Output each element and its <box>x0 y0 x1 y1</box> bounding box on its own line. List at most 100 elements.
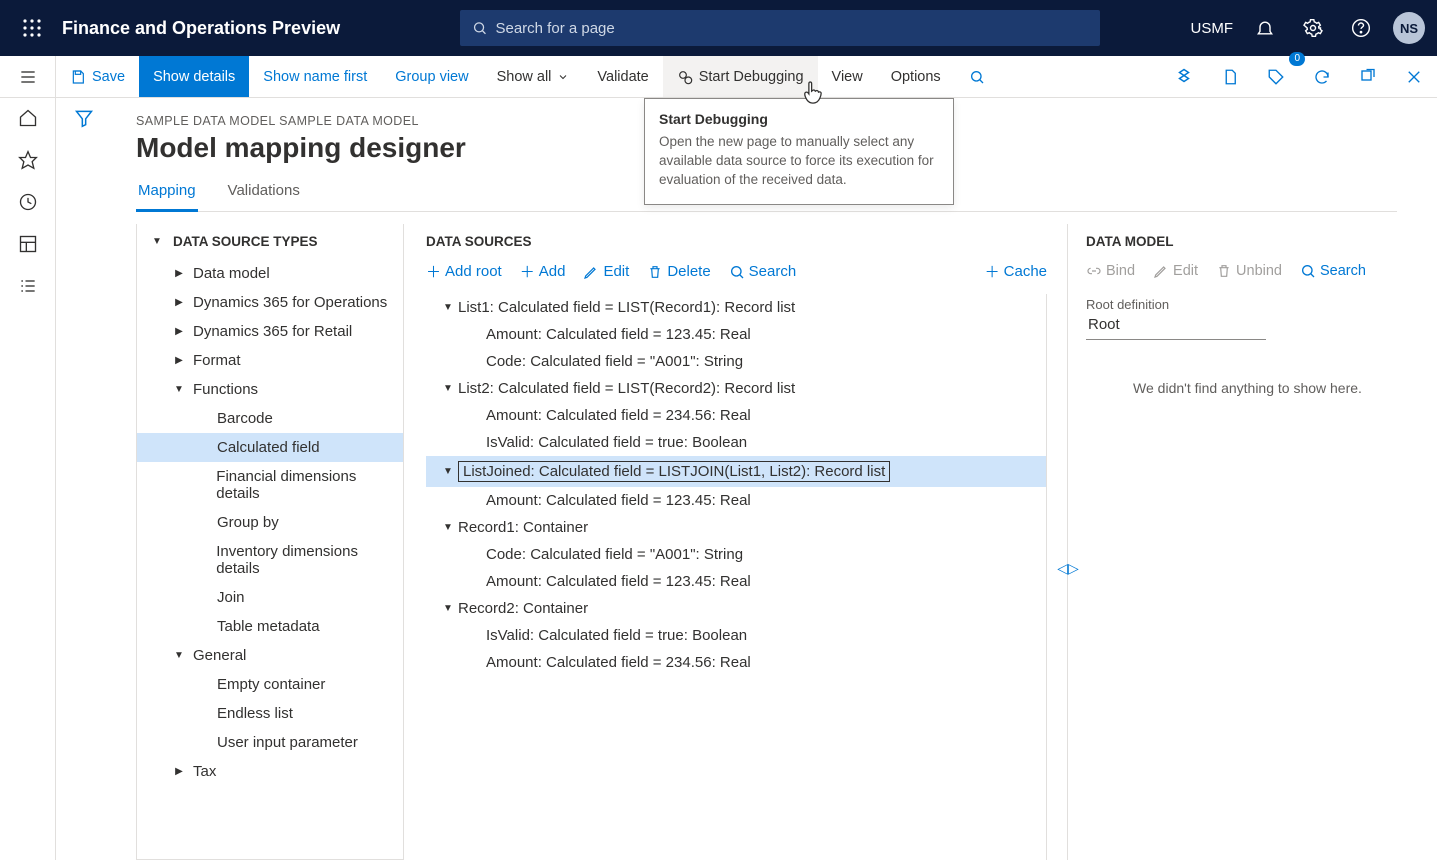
data-source-node[interactable]: Code: Calculated field = "A001": String <box>426 348 1046 375</box>
type-node[interactable]: ▶Data model <box>137 259 403 288</box>
data-source-node[interactable]: Code: Calculated field = "A001": String <box>426 541 1046 568</box>
data-source-label: IsValid: Calculated field = true: Boolea… <box>486 627 747 644</box>
type-node[interactable]: ▼General <box>137 641 403 670</box>
save-button[interactable]: Save <box>56 56 139 97</box>
data-source-node[interactable]: Amount: Calculated field = 234.56: Real <box>426 649 1046 676</box>
type-node[interactable]: Calculated field <box>137 433 403 462</box>
type-node-label: Table metadata <box>217 618 320 635</box>
messages-button[interactable]: 0 <box>1253 56 1299 97</box>
settings-icon[interactable] <box>1297 12 1329 44</box>
types-panel-header[interactable]: ▼ DATA SOURCE TYPES <box>137 224 403 259</box>
type-node-label: Empty container <box>217 676 325 693</box>
data-source-label: Code: Calculated field = "A001": String <box>486 353 743 370</box>
validate-button[interactable]: Validate <box>583 56 662 97</box>
type-node[interactable]: ▶Tax <box>137 757 403 786</box>
data-source-label: Amount: Calculated field = 123.45: Real <box>486 326 751 343</box>
attach-button[interactable] <box>1207 56 1253 97</box>
app-launcher-icon[interactable] <box>12 8 52 48</box>
data-source-node[interactable]: ▼List2: Calculated field = LIST(Record2)… <box>426 375 1046 402</box>
type-node[interactable]: ▶Dynamics 365 for Retail <box>137 317 403 346</box>
refresh-button[interactable] <box>1299 56 1345 97</box>
data-source-types-panel: ▼ DATA SOURCE TYPES ▶Data model▶Dynamics… <box>136 224 404 860</box>
type-node[interactable]: Group by <box>137 508 403 537</box>
favorites-icon[interactable] <box>16 148 40 172</box>
show-name-first-button[interactable]: Show name first <box>249 56 381 97</box>
pencil-icon <box>583 264 599 280</box>
type-node[interactable]: Inventory dimensions details <box>137 537 403 583</box>
sources-toolbar: ＋Add root ＋Add Edit Delete Search ＋Cache <box>426 257 1047 294</box>
type-node-label: Group by <box>217 514 279 531</box>
sources-panel-title: DATA SOURCES <box>426 224 1047 257</box>
add-label: Add <box>539 263 566 280</box>
splitter-handle[interactable]: ◁▷ <box>1065 554 1071 582</box>
type-node[interactable]: ▶Format <box>137 346 403 375</box>
notifications-icon[interactable] <box>1249 12 1281 44</box>
data-source-node[interactable]: Amount: Calculated field = 123.45: Real <box>426 568 1046 595</box>
tab-validations[interactable]: Validations <box>226 182 302 212</box>
data-source-node[interactable]: IsValid: Calculated field = true: Boolea… <box>426 622 1046 649</box>
start-debugging-tooltip: Start Debugging Open the new page to man… <box>644 98 954 205</box>
chevron-down-icon <box>557 71 569 83</box>
data-source-node[interactable]: ▼List1: Calculated field = LIST(Record1)… <box>426 294 1046 321</box>
tab-mapping[interactable]: Mapping <box>136 182 198 212</box>
chevron-down-icon: ▼ <box>438 302 458 313</box>
popout-button[interactable] <box>1345 56 1391 97</box>
root-definition-value[interactable]: Root <box>1086 312 1266 340</box>
type-node[interactable]: Empty container <box>137 670 403 699</box>
user-avatar[interactable]: NS <box>1393 12 1425 44</box>
model-search-button[interactable]: Search <box>1300 263 1366 279</box>
type-node[interactable]: Table metadata <box>137 612 403 641</box>
start-debugging-button[interactable]: Start Debugging <box>663 56 818 97</box>
related-links-button[interactable] <box>1161 56 1207 97</box>
type-node[interactable]: ▶Dynamics 365 for Operations <box>137 288 403 317</box>
search-command[interactable] <box>955 56 999 97</box>
data-source-node[interactable]: Amount: Calculated field = 234.56: Real <box>426 402 1046 429</box>
add-button[interactable]: ＋Add <box>520 261 566 282</box>
home-icon[interactable] <box>16 106 40 130</box>
chevron-down-icon: ▼ <box>438 603 458 614</box>
type-node[interactable]: Endless list <box>137 699 403 728</box>
close-button[interactable] <box>1391 56 1437 97</box>
app-title: Finance and Operations Preview <box>62 18 340 39</box>
data-source-node[interactable]: ▼ListJoined: Calculated field = LISTJOIN… <box>426 456 1046 487</box>
data-source-label: Record1: Container <box>458 519 588 536</box>
type-node-label: Dynamics 365 for Retail <box>193 323 352 340</box>
header-right: USMF NS <box>1191 12 1426 44</box>
global-search[interactable] <box>460 10 1100 46</box>
type-node[interactable]: ▼Functions <box>137 375 403 404</box>
root-definition-label: Root definition <box>1086 297 1409 312</box>
data-source-node[interactable]: Amount: Calculated field = 123.45: Real <box>426 487 1046 514</box>
data-source-node[interactable]: ▼Record1: Container <box>426 514 1046 541</box>
modules-icon[interactable] <box>16 274 40 298</box>
cache-button[interactable]: ＋Cache <box>985 261 1047 282</box>
data-source-node[interactable]: IsValid: Calculated field = true: Boolea… <box>426 429 1046 456</box>
global-search-input[interactable] <box>495 20 1088 37</box>
type-node[interactable]: Join <box>137 583 403 612</box>
type-node[interactable]: Barcode <box>137 404 403 433</box>
nav-hamburger[interactable] <box>0 56 56 98</box>
edit-button[interactable]: Edit <box>583 261 629 282</box>
type-node[interactable]: Financial dimensions details <box>137 462 403 508</box>
data-source-node[interactable]: Amount: Calculated field = 123.45: Real <box>426 321 1046 348</box>
search-button[interactable]: Search <box>729 261 797 282</box>
view-menu[interactable]: View <box>818 56 877 97</box>
tag-icon <box>1267 68 1285 86</box>
show-details-button[interactable]: Show details <box>139 56 249 97</box>
type-node[interactable]: User input parameter <box>137 728 403 757</box>
add-root-button[interactable]: ＋Add root <box>426 261 502 282</box>
company-label[interactable]: USMF <box>1191 20 1234 37</box>
data-source-node[interactable]: ▼Record2: Container <box>426 595 1046 622</box>
show-all-dropdown[interactable]: Show all <box>483 56 584 97</box>
bind-label: Bind <box>1106 263 1135 279</box>
tooltip-body: Open the new page to manually select any… <box>659 133 939 190</box>
search-icon <box>729 264 745 280</box>
delete-button[interactable]: Delete <box>647 261 710 282</box>
recent-icon[interactable] <box>16 190 40 214</box>
group-view-button[interactable]: Group view <box>381 56 482 97</box>
document-icon <box>1221 68 1239 86</box>
options-menu[interactable]: Options <box>877 56 955 97</box>
add-root-label: Add root <box>445 263 502 280</box>
workspaces-icon[interactable] <box>16 232 40 256</box>
data-source-label: Amount: Calculated field = 234.56: Real <box>486 654 751 671</box>
help-icon[interactable] <box>1345 12 1377 44</box>
